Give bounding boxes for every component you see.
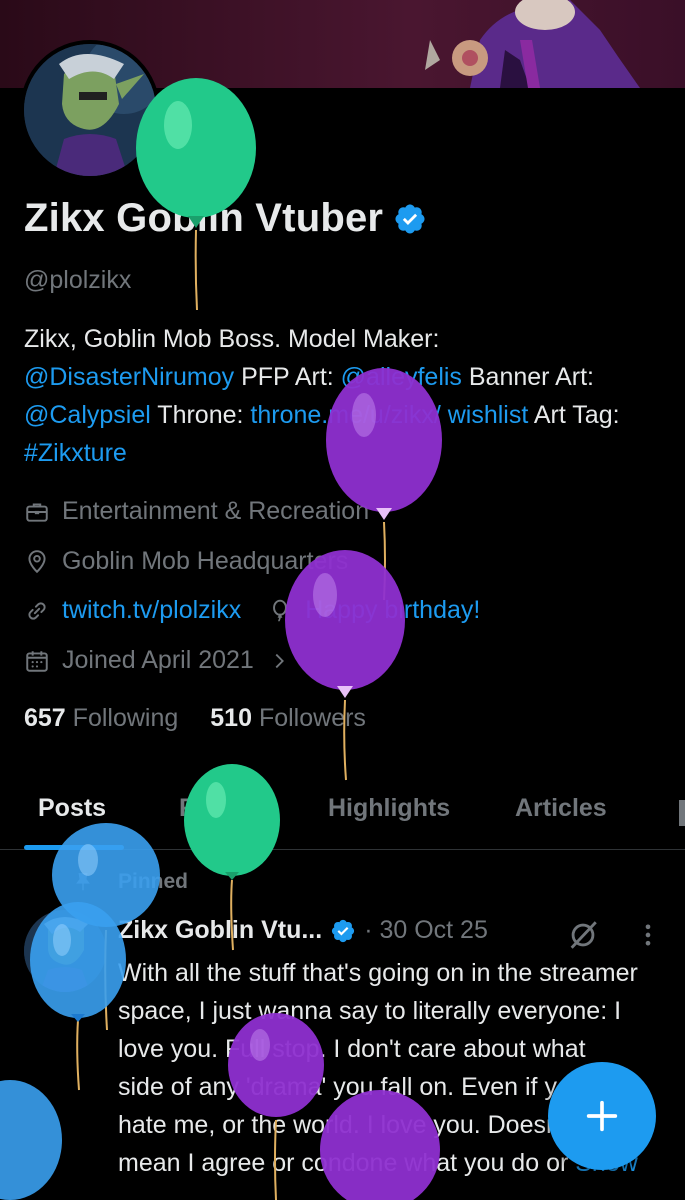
link-icon (28, 601, 46, 620)
profile-website-row: twitch.tv/plolzikx Happy birthday! (24, 596, 480, 625)
follow-stats: 657 Following 510 Followers (24, 704, 366, 733)
tab-articles[interactable]: Articles (515, 794, 607, 823)
profile-bio: Zikx, Goblin Mob Boss. Model Maker: @Dis… (24, 320, 664, 472)
grok-icon[interactable] (566, 918, 600, 952)
bio-text: Zikx, Goblin Mob Boss. Model Maker: (24, 325, 440, 353)
display-name-row: Zikx Goblin Vtuber (24, 196, 427, 241)
balloon-blue-3 (0, 1080, 62, 1200)
website-link[interactable]: twitch.tv/plolzikx (62, 596, 241, 625)
bio-text: PFP Art: (234, 363, 341, 391)
more-vertical-icon[interactable] (634, 920, 662, 950)
pinned-label: Pinned (118, 870, 189, 893)
following-link[interactable]: 657 Following (24, 704, 178, 733)
tab-highlights[interactable]: Highlights (328, 794, 450, 823)
joined-text: Joined April 2021 (62, 646, 254, 674)
tab-posts[interactable]: Posts (38, 794, 106, 823)
hashtag-zikxture[interactable]: #Zikxture (24, 439, 127, 467)
mention-calypsiel[interactable]: @Calypsiel (24, 401, 151, 429)
profile-category: Entertainment & Recreation (24, 497, 369, 526)
followers-link[interactable]: 510 Followers (210, 704, 366, 733)
tab-overflow-hint (679, 800, 685, 826)
balloon-icon (273, 599, 288, 621)
bio-text: Banner Art: (461, 363, 594, 391)
post-date[interactable]: · 30 Oct 25 (364, 916, 488, 945)
tab-replies[interactable]: Replies (179, 794, 268, 823)
pin-icon (76, 873, 90, 891)
tab-active-indicator (24, 845, 124, 850)
following-count: 657 (24, 704, 66, 732)
chevron-right-icon[interactable] (268, 650, 290, 672)
balloon-purple-2 (285, 550, 405, 781)
compose-button[interactable] (548, 1062, 656, 1170)
bio-text: Throne: (150, 401, 251, 429)
following-label: Following (72, 704, 179, 732)
calendar-icon (26, 650, 48, 672)
bio-text: Art Tag: (528, 401, 620, 429)
mention-disasternirumoy[interactable]: @DisasterNirumoy (24, 363, 234, 391)
location-pin-icon (28, 549, 46, 573)
mention-alleyfelis[interactable]: @alleyfelis (341, 363, 462, 391)
post-header: Zikx Goblin Vtu... · 30 Oct 25 (118, 916, 488, 945)
post-author-name[interactable]: Zikx Goblin Vtu... (118, 916, 322, 945)
profile-joined: Joined April 2021 (24, 646, 302, 675)
location-text: Goblin Mob Headquarters (62, 547, 349, 575)
display-name: Zikx Goblin Vtuber (24, 196, 384, 240)
throne-link[interactable]: throne.me/u/zikx/ wishlist (250, 401, 528, 429)
profile-avatar[interactable] (20, 40, 160, 180)
birthday-text[interactable]: Happy birthday! (305, 596, 480, 625)
profile-handle: @plolzikx (24, 266, 132, 294)
post-author-avatar[interactable] (24, 910, 106, 992)
followers-count: 510 (210, 704, 252, 732)
category-text: Entertainment & Recreation (62, 497, 370, 525)
profile-location: Goblin Mob Headquarters (24, 547, 348, 576)
verified-badge-icon (332, 919, 355, 942)
plus-icon (586, 1100, 618, 1132)
pinned-label-row: Pinned (72, 870, 188, 894)
profile-tabs: Posts Replies Highlights Articles (0, 780, 685, 850)
followers-label: Followers (258, 704, 366, 732)
briefcase-icon (26, 502, 48, 522)
verified-badge-icon[interactable] (393, 202, 427, 236)
profile-screen: Zikx Goblin Vtuber @plolzikx Zikx, Gobli… (0, 0, 685, 1200)
